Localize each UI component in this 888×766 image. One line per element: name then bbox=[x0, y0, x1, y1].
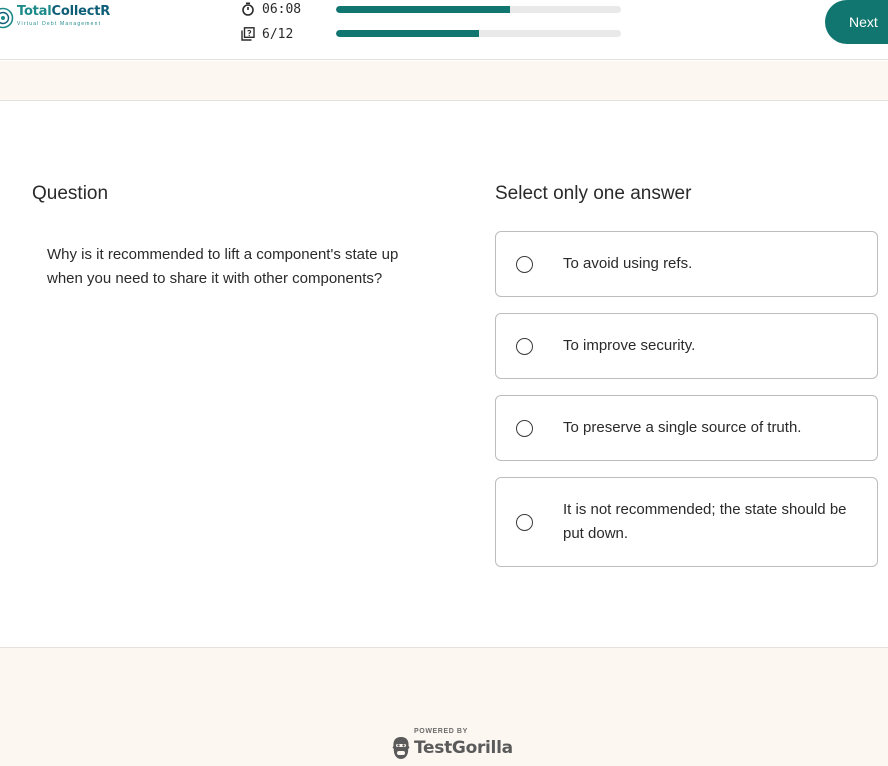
testgorilla-brand: TestGorilla bbox=[392, 736, 513, 760]
top-bar: TotalCollectR Virtual Debt Management 06… bbox=[0, 0, 888, 60]
target-logo-icon bbox=[0, 7, 14, 29]
footer: POWERED BY TestGorilla bbox=[0, 647, 888, 766]
question-counter: 6/12 bbox=[241, 26, 293, 42]
question-count-value: 6/12 bbox=[262, 26, 294, 42]
question-book-icon bbox=[241, 27, 255, 41]
timer: 06:08 bbox=[241, 1, 301, 17]
radio-button[interactable] bbox=[516, 338, 533, 355]
answer-option-label: To preserve a single source of truth. bbox=[563, 419, 802, 436]
question-progress-bar bbox=[336, 30, 621, 37]
answer-option-2[interactable]: To improve security. bbox=[495, 313, 878, 379]
answer-option-label: To avoid using refs. bbox=[563, 255, 693, 272]
logo-name: TotalCollectR bbox=[17, 4, 110, 20]
timer-progress-fill bbox=[336, 6, 510, 13]
answer-option-4[interactable]: It is not recommended; the state should … bbox=[495, 477, 878, 567]
answer-option-1[interactable]: To avoid using refs. bbox=[495, 231, 878, 297]
powered-by-label: POWERED BY bbox=[414, 728, 468, 735]
logo-name-part2: CollectR bbox=[51, 4, 111, 19]
question-heading: Question bbox=[32, 183, 109, 204]
radio-button[interactable] bbox=[516, 256, 533, 273]
gorilla-icon bbox=[392, 737, 410, 759]
answers-heading: Select only one answer bbox=[495, 183, 692, 204]
brand-name: TestGorilla bbox=[414, 738, 513, 758]
question-progress-fill bbox=[336, 30, 479, 37]
answer-option-label: It is not recommended; the state should … bbox=[563, 501, 847, 542]
stopwatch-icon bbox=[242, 2, 254, 16]
question-text: Why is it recommended to lift a componen… bbox=[47, 246, 399, 287]
company-logo: TotalCollectR Virtual Debt Management bbox=[0, 4, 110, 29]
logo-name-part1: Total bbox=[17, 4, 52, 19]
radio-button[interactable] bbox=[516, 420, 533, 437]
timer-progress-bar bbox=[336, 6, 621, 13]
answer-option-3[interactable]: To preserve a single source of truth. bbox=[495, 395, 878, 461]
next-button[interactable]: Next bbox=[825, 0, 888, 44]
logo-tagline: Virtual Debt Management bbox=[17, 21, 102, 27]
top-band bbox=[0, 61, 888, 101]
answer-option-label: To improve security. bbox=[563, 337, 696, 354]
timer-value: 06:08 bbox=[262, 1, 302, 17]
radio-button[interactable] bbox=[516, 514, 533, 531]
